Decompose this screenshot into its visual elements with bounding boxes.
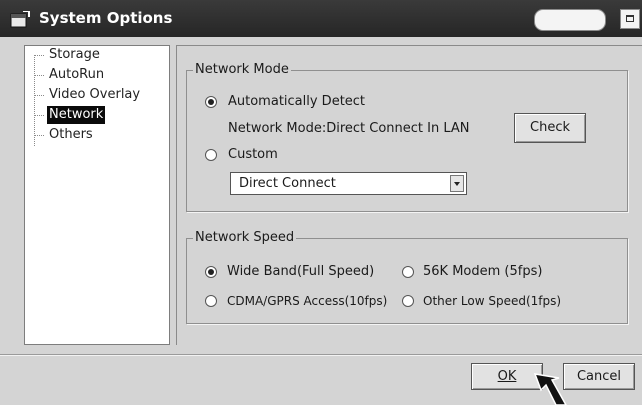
other-low-speed-radio[interactable]	[402, 295, 414, 307]
maximize-button[interactable]	[620, 9, 640, 29]
cdma-gprs-radio[interactable]	[205, 295, 217, 307]
tree-connector	[34, 115, 44, 116]
tree-item-label: Video Overlay	[49, 87, 141, 102]
cdma-gprs-label[interactable]: CDMA/GPRS Access(10fps)	[227, 293, 387, 309]
tree-connector	[34, 55, 44, 56]
network-settings-panel: Network Mode Automatically Detect Networ…	[176, 45, 642, 345]
custom-mode-select-value: Direct Connect	[239, 176, 336, 191]
tree-connector	[34, 75, 44, 76]
other-low-speed-label[interactable]: Other Low Speed(1fps)	[423, 293, 561, 309]
wide-band-radio[interactable]	[205, 266, 217, 278]
title-bar[interactable]: System Options	[0, 0, 642, 37]
footer-separator	[0, 354, 642, 356]
tree-item-label: AutoRun	[49, 67, 105, 82]
modem-56k-radio[interactable]	[402, 266, 414, 278]
mouse-pointer-icon	[532, 372, 582, 405]
title-bar-field	[534, 9, 606, 31]
tree-connector	[34, 135, 44, 136]
wide-band-label[interactable]: Wide Band(Full Speed)	[227, 264, 374, 280]
tree-item-label: Network	[47, 106, 106, 124]
options-category-tree: Storage AutoRun Video Overlay Network Ot…	[24, 45, 170, 345]
check-button-label: Check	[530, 120, 570, 135]
network-mode-group: Network Mode Automatically Detect Networ…	[186, 62, 628, 212]
cancel-button-label: Cancel	[576, 369, 622, 384]
network-mode-legend: Network Mode	[193, 62, 291, 78]
tree-guide-line	[34, 55, 35, 146]
network-speed-group: Network Speed Wide Band(Full Speed) 56K …	[186, 230, 628, 324]
network-speed-legend: Network Speed	[193, 230, 297, 246]
system-options-window: System Options Storage AutoRun Video Ove…	[0, 0, 642, 405]
window-title: System Options	[39, 9, 173, 27]
tree-item-label: Storage	[49, 47, 100, 62]
custom-radio[interactable]	[205, 149, 217, 161]
app-window-icon	[10, 10, 30, 29]
custom-label[interactable]: Custom	[228, 147, 278, 163]
chevron-down-icon[interactable]	[450, 175, 464, 192]
maximize-icon	[626, 15, 634, 22]
auto-detect-label[interactable]: Automatically Detect	[228, 94, 365, 110]
check-button[interactable]: Check	[514, 113, 586, 143]
custom-mode-select[interactable]: Direct Connect	[230, 172, 467, 195]
auto-detect-radio[interactable]	[205, 96, 217, 108]
ok-button-label: OK	[497, 369, 517, 384]
network-mode-status: Network Mode:Direct Connect In LAN	[228, 121, 470, 136]
tree-item-label: Others	[49, 127, 93, 142]
modem-56k-label[interactable]: 56K Modem (5fps)	[423, 264, 542, 280]
tree-connector	[34, 95, 44, 96]
